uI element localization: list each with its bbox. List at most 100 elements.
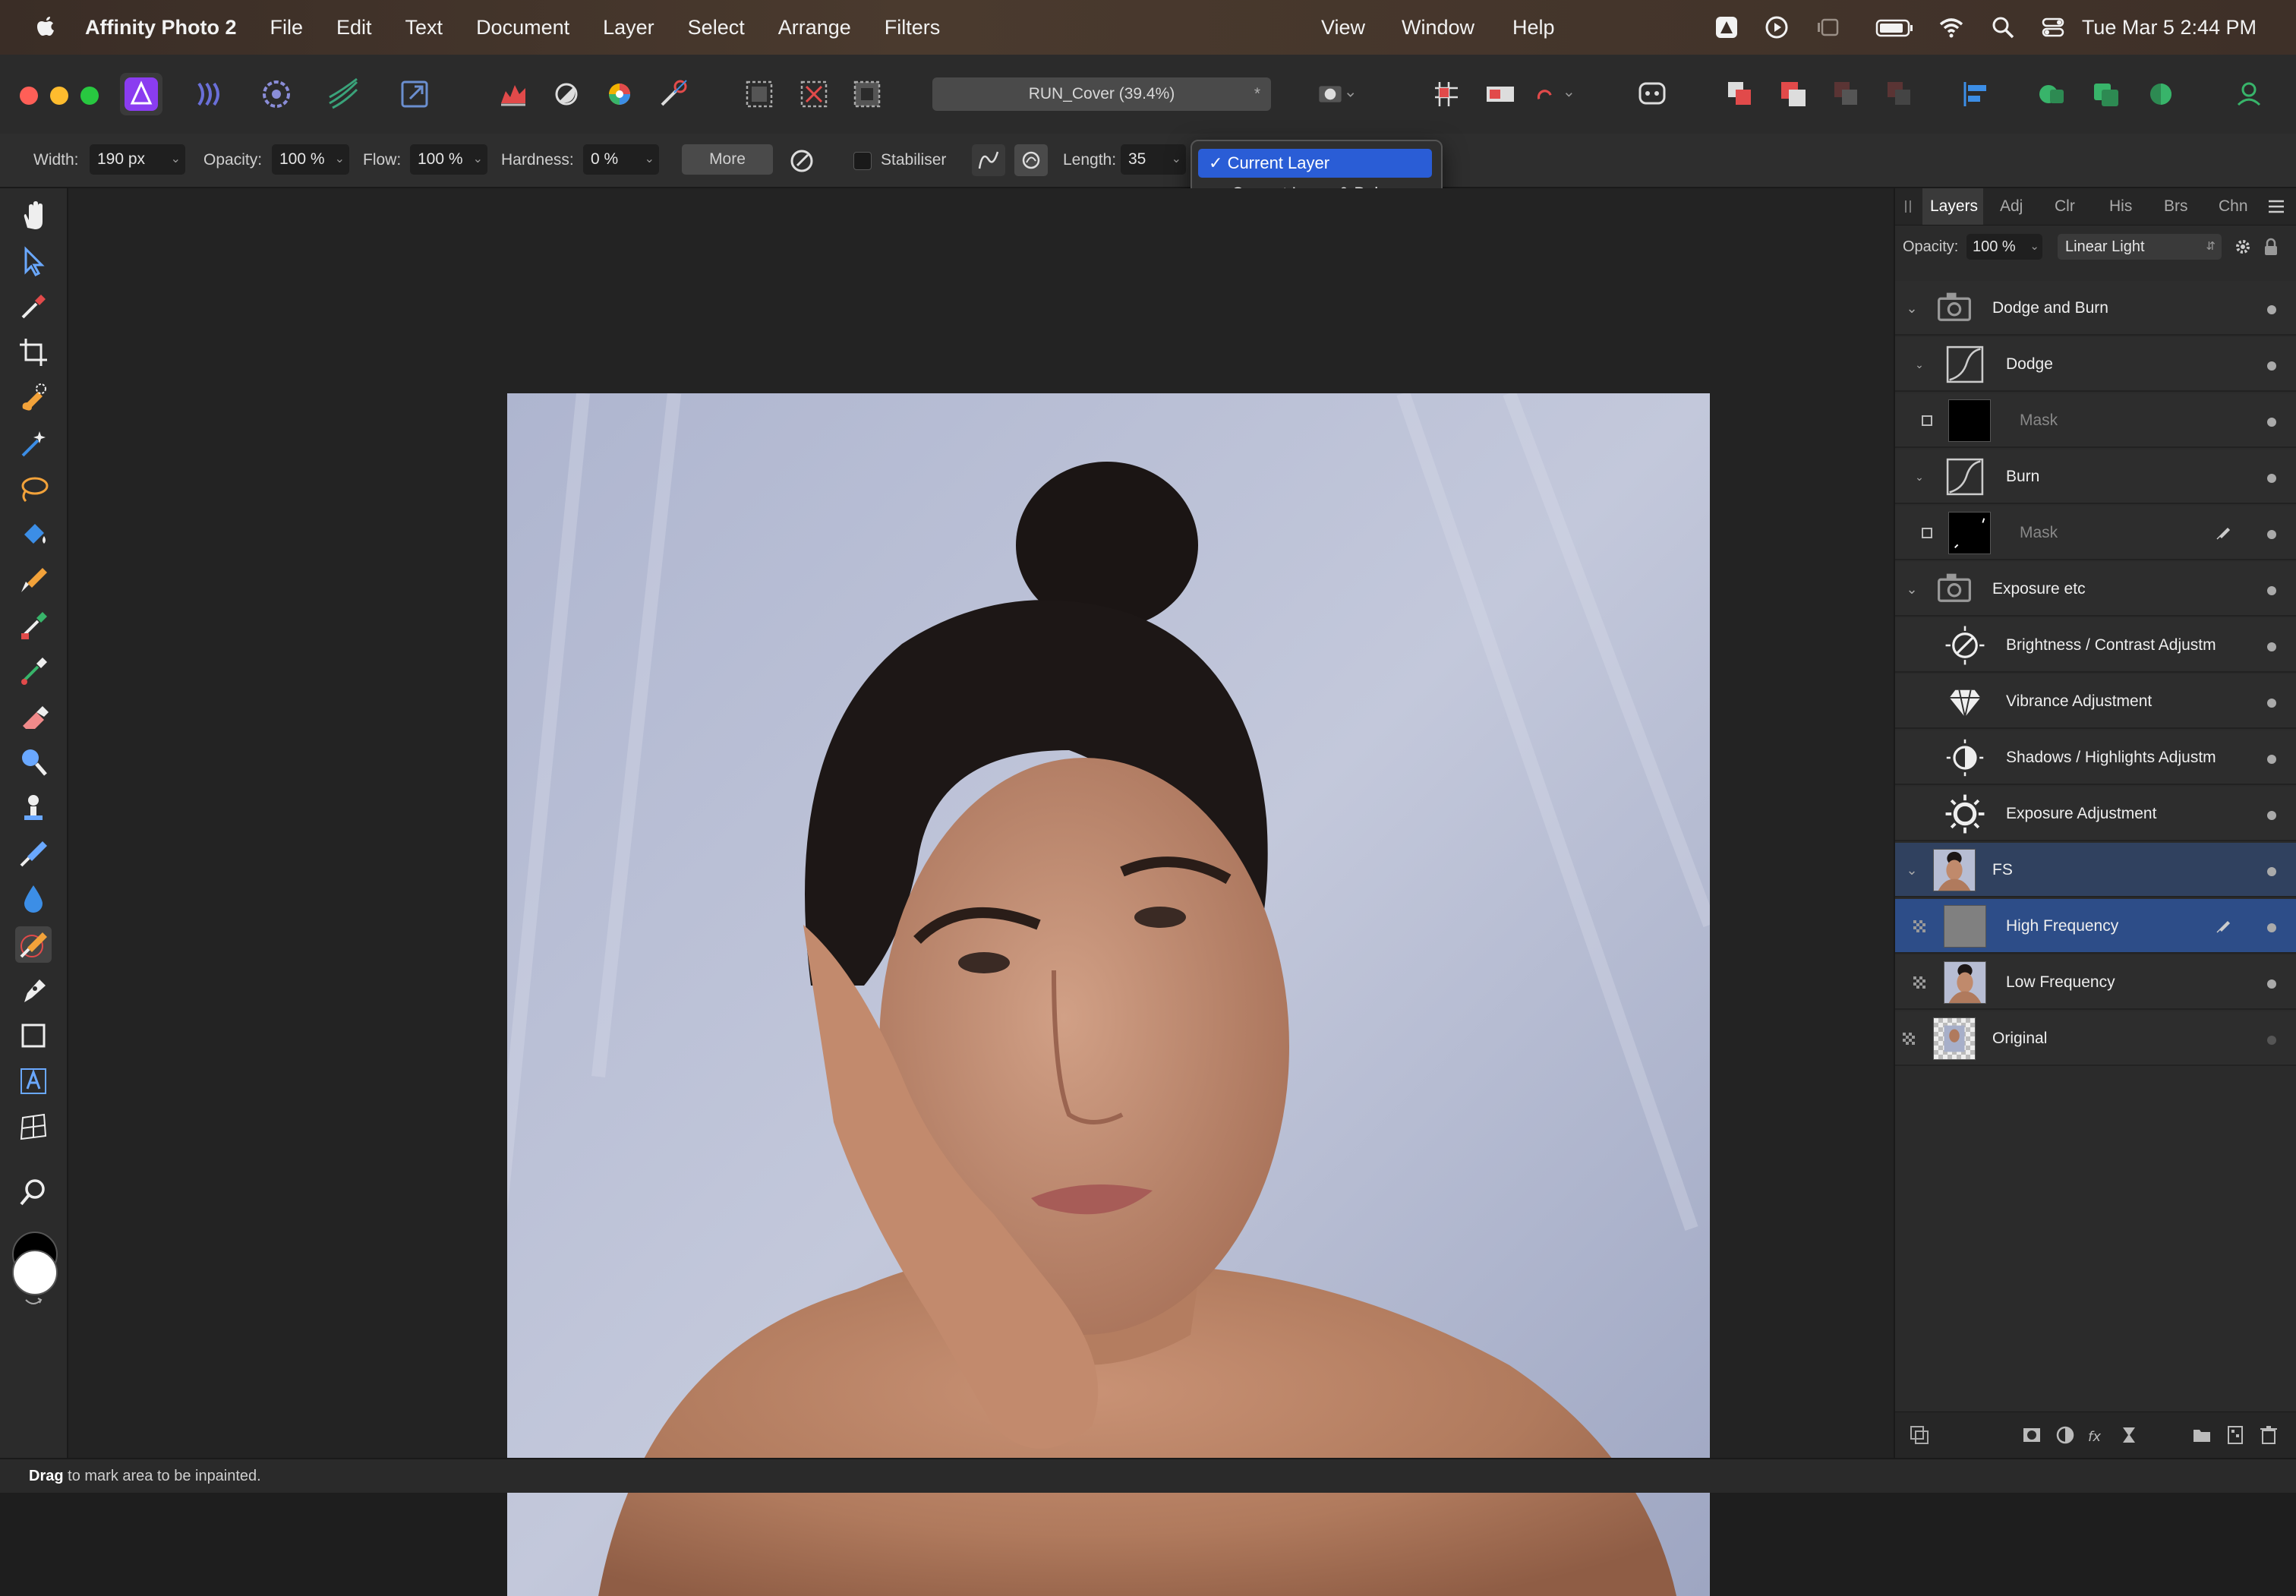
width-field[interactable]: 190 px ⌄ bbox=[90, 144, 185, 175]
mask-icon[interactable] bbox=[1916, 410, 1938, 431]
levels-icon[interactable] bbox=[492, 73, 535, 115]
fill-tool-icon[interactable] bbox=[15, 516, 52, 553]
user-account-icon[interactable] bbox=[2228, 73, 2270, 115]
document-title[interactable]: RUN_Cover (39.4%) * bbox=[932, 77, 1271, 111]
force-pixel-alignment-icon[interactable] bbox=[1479, 73, 1522, 115]
visibility-toggle[interactable] bbox=[2267, 586, 2276, 595]
tab-brushes[interactable]: Brs bbox=[2164, 188, 2188, 225]
visibility-toggle[interactable] bbox=[2267, 1036, 2276, 1045]
menu-layer[interactable]: Layer bbox=[603, 16, 654, 39]
inpainting-brush-icon[interactable] bbox=[15, 926, 52, 963]
mask-icon[interactable] bbox=[1916, 522, 1938, 544]
tone-mapping-persona-icon[interactable] bbox=[322, 73, 364, 115]
dodge-brush-icon[interactable] bbox=[15, 744, 52, 781]
text-tool-icon[interactable] bbox=[15, 1063, 52, 1099]
layer-row-dodge-and-burn[interactable]: ⌄ Dodge and Burn bbox=[1895, 281, 2296, 336]
flood-select-icon[interactable] bbox=[15, 425, 52, 462]
mesh-warp-icon[interactable] bbox=[15, 1109, 52, 1145]
visibility-toggle[interactable] bbox=[2267, 755, 2276, 764]
deselect-icon[interactable] bbox=[793, 73, 835, 115]
drag-handle-icon[interactable] bbox=[1903, 199, 1913, 214]
visibility-toggle[interactable] bbox=[2267, 361, 2276, 371]
menu-view[interactable]: View bbox=[1321, 0, 1365, 55]
zoom-window-button[interactable] bbox=[80, 87, 99, 105]
subtract-boolean-icon[interactable] bbox=[2085, 73, 2127, 115]
liquify-persona-icon[interactable] bbox=[188, 73, 231, 115]
clock[interactable]: Tue Mar 5 2:44 PM bbox=[2082, 0, 2257, 55]
rectangle-tool-icon[interactable] bbox=[15, 1017, 52, 1054]
search-icon[interactable] bbox=[1989, 14, 2017, 41]
select-all-icon[interactable] bbox=[738, 73, 781, 115]
menu-document[interactable]: Document bbox=[476, 16, 569, 39]
clone-brush-icon[interactable] bbox=[15, 790, 52, 826]
add-boolean-icon[interactable] bbox=[2030, 73, 2073, 115]
move-forward-one-icon[interactable] bbox=[1825, 73, 1868, 115]
layer-row-mask[interactable]: Mask bbox=[1895, 506, 2296, 560]
intersect-boolean-icon[interactable] bbox=[2140, 73, 2182, 115]
view-tool-hand-icon[interactable] bbox=[15, 197, 52, 234]
move-to-front-icon[interactable] bbox=[1878, 73, 1921, 115]
close-window-button[interactable] bbox=[20, 87, 38, 105]
move-to-back-icon[interactable] bbox=[1719, 73, 1761, 115]
layer-row-mask[interactable]: Mask bbox=[1895, 393, 2296, 448]
menu-window[interactable]: Window bbox=[1402, 0, 1474, 55]
crop-tool-icon[interactable] bbox=[15, 334, 52, 371]
chevron-down-icon[interactable]: ⌄ bbox=[1901, 298, 1922, 319]
color-picker-icon[interactable] bbox=[15, 289, 52, 325]
chevron-down-icon[interactable]: ⌄ bbox=[1901, 579, 1922, 600]
rope-mode-icon[interactable] bbox=[972, 144, 1005, 176]
paint-brush-icon[interactable] bbox=[15, 562, 52, 598]
delete-layer-icon[interactable] bbox=[2258, 1424, 2279, 1446]
layer-effects-icon[interactable]: fx bbox=[2086, 1424, 2108, 1446]
visibility-toggle[interactable] bbox=[2267, 867, 2276, 876]
snapping-icon[interactable] bbox=[1426, 73, 1468, 115]
add-mask-icon[interactable] bbox=[2021, 1424, 2042, 1446]
healing-brush-icon[interactable] bbox=[15, 835, 52, 872]
tab-history[interactable]: His bbox=[2109, 188, 2132, 225]
blur-brush-icon[interactable] bbox=[15, 881, 52, 917]
erase-brush-icon[interactable] bbox=[15, 699, 52, 735]
layer-row-burn[interactable]: ⌄ Burn bbox=[1895, 449, 2296, 504]
zoom-tool-icon[interactable] bbox=[15, 1174, 52, 1210]
apple-icon[interactable] bbox=[33, 14, 58, 41]
tab-color[interactable]: Clr bbox=[2055, 188, 2075, 225]
export-persona-icon[interactable] bbox=[393, 73, 436, 115]
color-replacement-icon[interactable] bbox=[15, 607, 52, 644]
swap-colors-icon[interactable] bbox=[23, 1295, 44, 1311]
selection-brush-icon[interactable] bbox=[15, 380, 52, 416]
menu-text[interactable]: Text bbox=[405, 16, 443, 39]
wifi-icon[interactable] bbox=[1938, 14, 1965, 41]
tab-channels[interactable]: Chn bbox=[2219, 188, 2248, 225]
battery-icon[interactable] bbox=[1875, 14, 1915, 41]
visibility-toggle[interactable] bbox=[2267, 418, 2276, 427]
play-circle-icon[interactable] bbox=[1763, 14, 1790, 41]
chevron-down-icon[interactable]: ⌄ bbox=[1909, 466, 1930, 487]
pen-tool-icon[interactable] bbox=[15, 972, 52, 1008]
layer-row-exposure-etc[interactable]: ⌄ Exposure etc bbox=[1895, 562, 2296, 617]
auto-colors-icon[interactable] bbox=[598, 73, 641, 115]
layer-row-low-frequency[interactable]: Low Frequency bbox=[1895, 955, 2296, 1010]
control-center-icon[interactable] bbox=[2039, 14, 2067, 41]
chevron-down-icon[interactable]: ⌄ bbox=[1909, 354, 1930, 375]
menu-file[interactable]: File bbox=[270, 16, 303, 39]
auto-white-balance-icon[interactable] bbox=[651, 73, 694, 115]
secondary-color-swatch[interactable] bbox=[12, 1250, 58, 1295]
menu-select[interactable]: Select bbox=[688, 16, 745, 39]
live-filter-icon[interactable] bbox=[2118, 1424, 2140, 1446]
layer-row-shadows-highlights-adjustm[interactable]: Shadows / Highlights Adjustm bbox=[1895, 730, 2296, 785]
dropdown-option-current-layer[interactable]: ✓ Current Layer bbox=[1198, 149, 1432, 178]
length-field[interactable]: 35 ⌄ bbox=[1121, 144, 1186, 175]
affinity-status-icon[interactable] bbox=[1713, 14, 1740, 41]
window-mode-icon[interactable] bbox=[1014, 144, 1048, 176]
menu-edit[interactable]: Edit bbox=[336, 16, 372, 39]
freehand-selection-icon[interactable] bbox=[15, 471, 52, 507]
flow-field[interactable]: 100 % ⌄ bbox=[410, 144, 487, 175]
move-tool-arrow-icon[interactable] bbox=[15, 243, 52, 279]
app-menu[interactable]: Affinity Photo 2 bbox=[85, 16, 236, 39]
brush-options-icon[interactable] bbox=[787, 146, 817, 176]
assistant-icon[interactable] bbox=[1631, 73, 1673, 115]
visibility-toggle[interactable] bbox=[2267, 530, 2276, 539]
layer-row-fs[interactable]: ⌄ FS bbox=[1895, 843, 2296, 897]
chevron-down-icon[interactable]: ⌄ bbox=[1901, 860, 1922, 881]
layer-row-original[interactable]: Original bbox=[1895, 1011, 2296, 1066]
